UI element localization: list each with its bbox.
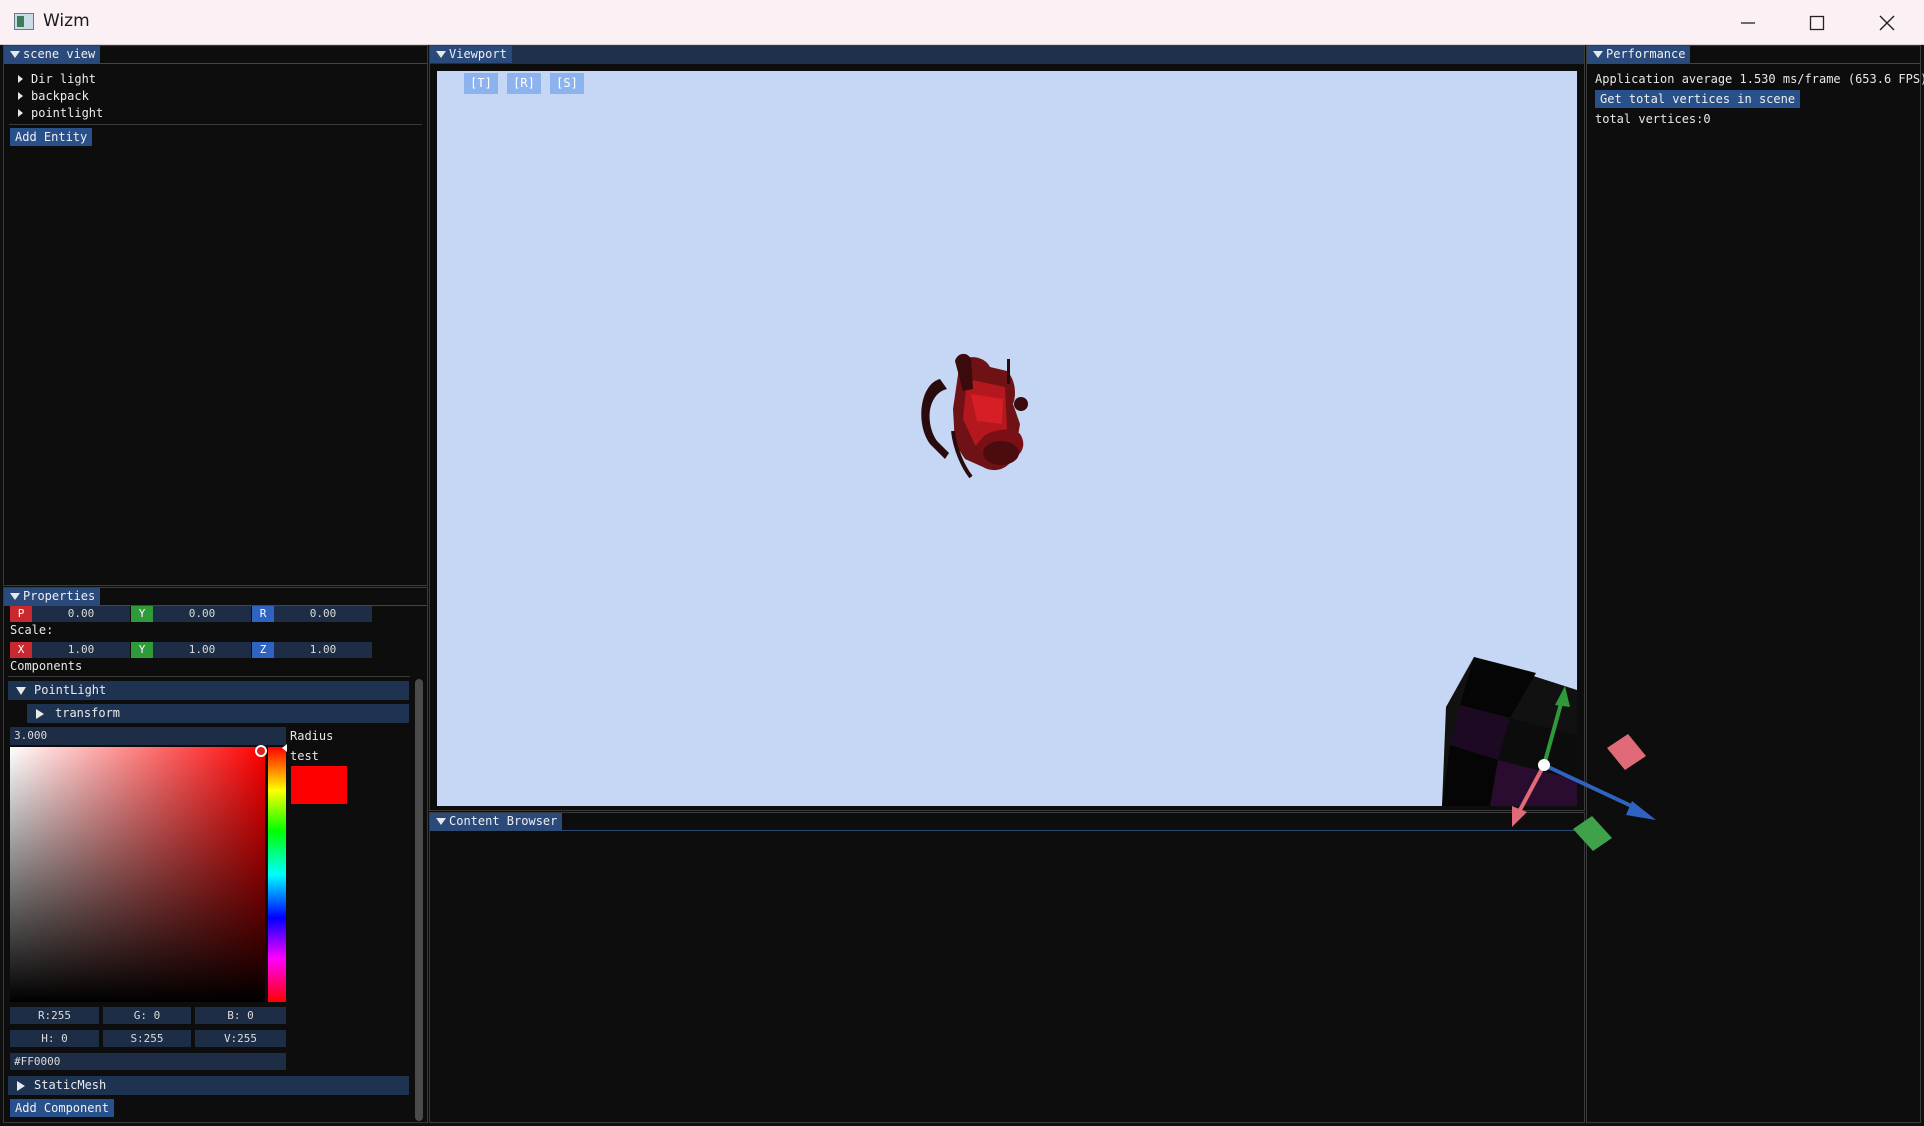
fps-text: Application average 1.530 ms/frame (653.… — [1595, 72, 1924, 86]
add-entity-button[interactable]: Add Entity — [10, 128, 93, 146]
scale-z-field[interactable]: 1.00 — [274, 642, 372, 658]
scale-x-field[interactable]: 1.00 — [32, 642, 130, 658]
tab-performance[interactable]: Performance — [1587, 46, 1691, 63]
content-browser-tabbar: Content Browser — [430, 813, 1584, 831]
green-field[interactable]: G: 0 — [103, 1007, 191, 1024]
tab-scene-view[interactable]: scene view — [4, 46, 101, 63]
saturation-value-picker[interactable] — [10, 747, 265, 1002]
color-swatch[interactable] — [291, 766, 347, 804]
window-titlebar: Wizm — [0, 0, 1924, 45]
properties-scrollbar[interactable] — [415, 679, 423, 1121]
red-field[interactable]: R:255 — [10, 1007, 99, 1024]
entity-label: Dir light — [31, 72, 97, 86]
viewport-tabbar — [430, 46, 1584, 64]
position-x-field[interactable]: 0.00 — [32, 606, 130, 622]
collapse-icon — [10, 593, 20, 600]
app-icon — [14, 13, 34, 30]
window-title: Wizm — [43, 11, 90, 31]
position-y-label: Y — [131, 606, 153, 622]
scene-view-panel: scene view Dir light backpack pointlight… — [3, 45, 428, 586]
minimize-button[interactable] — [1713, 0, 1783, 45]
saturation-field[interactable]: S:255 — [103, 1030, 191, 1047]
maximize-button[interactable] — [1782, 0, 1852, 45]
staticmesh-component-header[interactable]: StaticMesh — [8, 1076, 409, 1095]
picker-cursor[interactable] — [255, 745, 267, 757]
hue-field[interactable]: H: 0 — [10, 1030, 99, 1047]
entity-label: pointlight — [31, 106, 104, 120]
tab-label: Content Browser — [449, 814, 558, 828]
scale-z-label: Z — [252, 642, 274, 658]
expand-arrow-icon — [18, 92, 23, 100]
position-z-label: R — [252, 606, 274, 622]
performance-panel: Performance Application average 1.530 ms… — [1586, 45, 1924, 1123]
blue-field[interactable]: B: 0 — [195, 1007, 286, 1024]
collapse-icon — [16, 687, 26, 695]
pointlight-component-header[interactable]: PointLight — [8, 681, 409, 700]
translate-tool-button[interactable]: [T] — [464, 73, 498, 94]
scale-y-label: Y — [131, 642, 153, 658]
tab-content-browser[interactable]: Content Browser — [430, 813, 563, 830]
collapse-icon — [1593, 51, 1603, 58]
performance-tabbar: Performance — [1587, 46, 1920, 64]
separator — [9, 124, 422, 125]
tab-label: Performance — [1606, 47, 1686, 61]
properties-tabbar: Properties — [4, 588, 427, 606]
position-y-field[interactable]: 0.00 — [153, 606, 251, 622]
collapse-icon — [436, 818, 446, 825]
expand-arrow-icon — [18, 75, 23, 83]
entity-label: backpack — [31, 89, 89, 103]
content-browser-panel: Content Browser — [429, 812, 1585, 1123]
collapse-icon — [10, 51, 20, 58]
hex-input[interactable]: #FF0000 — [10, 1053, 286, 1070]
position-z-field[interactable]: 0.00 — [274, 606, 372, 622]
entity-backpack[interactable]: backpack — [18, 89, 89, 103]
separator — [8, 676, 410, 677]
rotate-tool-button[interactable]: [R] — [507, 73, 541, 94]
close-icon — [1879, 15, 1895, 30]
tab-label: Properties — [23, 589, 96, 603]
tab-label: scene view — [23, 47, 96, 61]
entity-pointlight[interactable]: pointlight — [18, 106, 103, 120]
tab-label: Viewport — [449, 47, 507, 61]
backpack-model[interactable] — [915, 349, 1050, 499]
get-vertices-button[interactable]: Get total vertices in scene — [1595, 90, 1801, 108]
transform-component-header[interactable]: transform — [27, 704, 409, 723]
maximize-icon — [1809, 15, 1825, 30]
entity-dir-light[interactable]: Dir light — [18, 72, 96, 86]
position-x-label: P — [10, 606, 32, 622]
tab-viewport[interactable]: Viewport — [430, 46, 512, 63]
component-title: PointLight — [34, 683, 107, 697]
color-label: test — [290, 749, 319, 763]
minimize-icon — [1741, 21, 1755, 24]
scene-view-tabbar: scene view — [4, 46, 427, 64]
value-field[interactable]: V:255 — [195, 1030, 286, 1047]
scale-tool-button[interactable]: [S] — [550, 73, 584, 94]
component-title: StaticMesh — [34, 1078, 107, 1092]
component-title: transform — [55, 706, 121, 720]
add-component-button[interactable]: Add Component — [10, 1099, 114, 1117]
expand-arrow-icon — [18, 109, 23, 117]
radius-input[interactable]: 3.000 — [10, 727, 286, 745]
viewport-canvas[interactable] — [437, 71, 1577, 806]
expand-arrow-icon — [36, 709, 44, 719]
components-label: Components — [10, 659, 83, 673]
tab-properties[interactable]: Properties — [4, 588, 101, 605]
hue-slider[interactable] — [268, 747, 286, 1002]
hue-slider-handle[interactable] — [282, 744, 287, 752]
scale-label: Scale: — [10, 623, 54, 637]
collapse-icon — [436, 51, 446, 58]
expand-arrow-icon — [17, 1081, 25, 1091]
scale-x-label: X — [10, 642, 32, 658]
radius-label: Radius — [290, 729, 334, 743]
vertices-text: total vertices:0 — [1595, 112, 1711, 126]
scale-y-field[interactable]: 1.00 — [153, 642, 251, 658]
close-button[interactable] — [1852, 0, 1922, 45]
